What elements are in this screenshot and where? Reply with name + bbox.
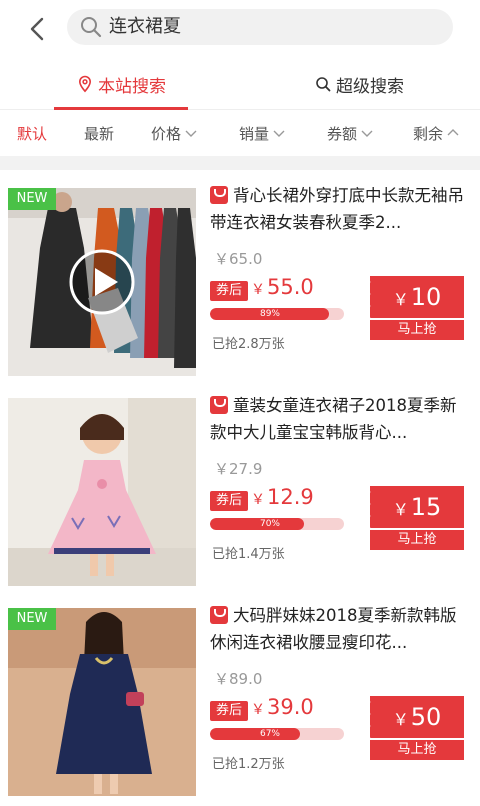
coupon-value[interactable]: ￥50 [367,696,464,738]
coupon-value[interactable]: ￥10 [367,276,464,318]
product-title[interactable]: 大码胖妹妹2018夏季新款韩版休闲连衣裙收腰显瘦印花... [210,602,470,656]
tab-label: 超级搜索 [336,76,404,97]
new-badge: NEW [8,608,56,630]
claimed-count: 已抢2.8万张 [212,337,285,352]
grab-coupon-button[interactable]: 马上抢 [370,530,464,550]
chevron-down-icon [185,130,197,137]
top-bar: 连衣裙夏 [0,0,480,58]
claimed-progress-bar: 70% [210,518,344,530]
plus-size-dress-image [8,608,196,796]
location-pin-icon [78,75,92,93]
product-image[interactable] [8,398,196,586]
tab-site-search[interactable]: 本站搜索 [76,58,166,110]
kids-dress-image [8,398,196,586]
sort-price[interactable]: 价格 [151,110,198,156]
progress-text: 89% [259,309,280,319]
claimed-count: 已抢1.2万张 [212,757,285,772]
sort-coupon[interactable]: 券额 [327,110,374,156]
search-tabs: 本站搜索 超级搜索 [0,58,480,110]
coupon-price: ￥55.0 [251,275,314,299]
grab-coupon-button[interactable]: 马上抢 [370,740,464,760]
tab-super-search[interactable]: 超级搜索 [314,58,404,110]
product-card[interactable]: NEW 大码胖妹妹2018夏季新款韩版休闲连衣裙收腰显瘦印花... ￥89.0 … [0,596,480,806]
claimed-count: 已抢1.4万张 [212,547,285,562]
sort-bar: 默认 最新 价格 销量 券额 剩余 [0,110,480,156]
progress-text: 67% [259,729,280,739]
search-icon [81,17,102,38]
search-box[interactable]: 连衣裙夏 [67,9,453,45]
claimed-progress-bar: 67% [210,728,344,740]
product-image[interactable]: NEW [8,188,196,376]
sort-default[interactable]: 默认 [17,110,47,156]
play-video-icon[interactable] [68,248,136,316]
sort-newest[interactable]: 最新 [84,110,114,156]
after-coupon-label: 券后 [210,491,248,511]
coupon-amount: ￥10 [392,283,442,311]
tab-label: 本站搜索 [98,76,166,97]
coupon-price: ￥12.9 [251,485,314,509]
product-title[interactable]: 背心长裙外穿打底中长款无袖吊带连衣裙女装春秋夏季2... [210,182,470,236]
product-image[interactable]: NEW [8,608,196,796]
original-price: ￥89.0 [214,670,263,688]
original-price: ￥27.9 [214,460,263,478]
section-divider [0,156,480,170]
chevron-up-icon [447,129,459,136]
tmall-icon [210,186,228,204]
sort-sales[interactable]: 销量 [239,110,286,156]
coupon-value[interactable]: ￥15 [367,486,464,528]
coupon-amount: ￥50 [392,703,442,731]
search-query: 连衣裙夏 [109,16,181,37]
progress-text: 70% [259,519,280,529]
grab-coupon-button[interactable]: 马上抢 [370,320,464,340]
tmall-icon [210,396,228,414]
chevron-down-icon [273,130,285,137]
coupon-amount: ￥15 [392,493,442,521]
after-coupon-label: 券后 [210,281,248,301]
chevron-down-icon [361,130,373,137]
back-arrow-icon[interactable] [22,12,56,46]
product-title[interactable]: 童装女童连衣裙子2018夏季新款中大儿童宝宝韩版背心... [210,392,470,446]
product-card[interactable]: NEW 背心长裙外穿打底中长款无袖吊带连衣裙女装春秋夏季2... ￥65.0 券… [0,176,480,386]
after-coupon-label: 券后 [210,701,248,721]
coupon-price: ￥39.0 [251,695,314,719]
search-icon [316,77,331,92]
sort-remaining[interactable]: 剩余 [413,110,460,156]
product-card[interactable]: 童装女童连衣裙子2018夏季新款中大儿童宝宝韩版背心... ￥27.9 券后 ￥… [0,386,480,596]
new-badge: NEW [8,188,56,210]
tmall-icon [210,606,228,624]
original-price: ￥65.0 [214,250,263,268]
claimed-progress-bar: 89% [210,308,344,320]
